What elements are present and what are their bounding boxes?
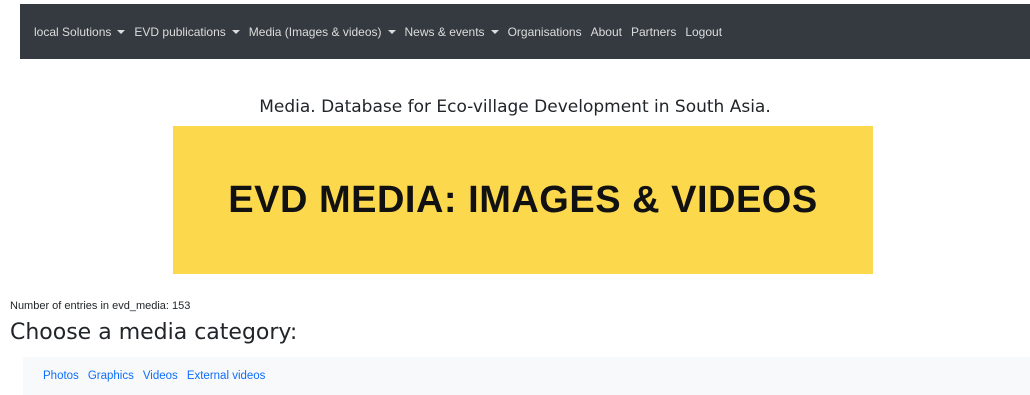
chevron-down-icon [490, 29, 499, 34]
media-banner: EVD MEDIA: IMAGES & VIDEOS [173, 126, 873, 274]
entries-count: Number of entries in evd_media: 153 [10, 300, 191, 312]
nav-label: Logout [685, 24, 723, 39]
nav-logout[interactable]: Logout [685, 25, 722, 39]
chevron-down-icon [117, 29, 126, 34]
nav-partners[interactable]: Partners [631, 25, 676, 39]
nav-organisations[interactable]: Organisations [508, 25, 582, 39]
nav-media[interactable]: Media (Images & videos) [249, 25, 396, 39]
chevron-down-icon [231, 29, 240, 34]
nav-label: About [590, 24, 622, 39]
section-title: Choose a media category: [10, 320, 298, 345]
category-bar: Photos Graphics Videos External videos [23, 357, 1030, 395]
nav-label: News & events [404, 24, 485, 39]
category-link-photos[interactable]: Photos [43, 370, 79, 382]
chevron-down-icon [387, 29, 396, 34]
nav-label: Partners [630, 24, 677, 39]
nav-local-solutions[interactable]: local Solutions [34, 24, 126, 39]
category-link-graphics[interactable]: Graphics [88, 370, 134, 382]
category-link-videos[interactable]: Videos [143, 370, 178, 382]
nav-label: Organisations [507, 24, 582, 39]
banner-title: EVD MEDIA: IMAGES & VIDEOS [228, 178, 818, 221]
nav-label: Media (Images & videos) [248, 24, 382, 39]
nav-news-events[interactable]: News & events [405, 25, 499, 39]
nav-evd-publications[interactable]: EVD publications [134, 24, 240, 39]
page-title: Media. Database for Eco-village Developm… [259, 97, 771, 117]
nav-label: local Solutions [34, 24, 112, 39]
nav-label: EVD publications [134, 24, 226, 39]
top-navbar: local Solutions EVD publications Media (… [20, 4, 1030, 59]
category-link-external-videos[interactable]: External videos [187, 370, 266, 382]
nav-about[interactable]: About [591, 25, 622, 39]
